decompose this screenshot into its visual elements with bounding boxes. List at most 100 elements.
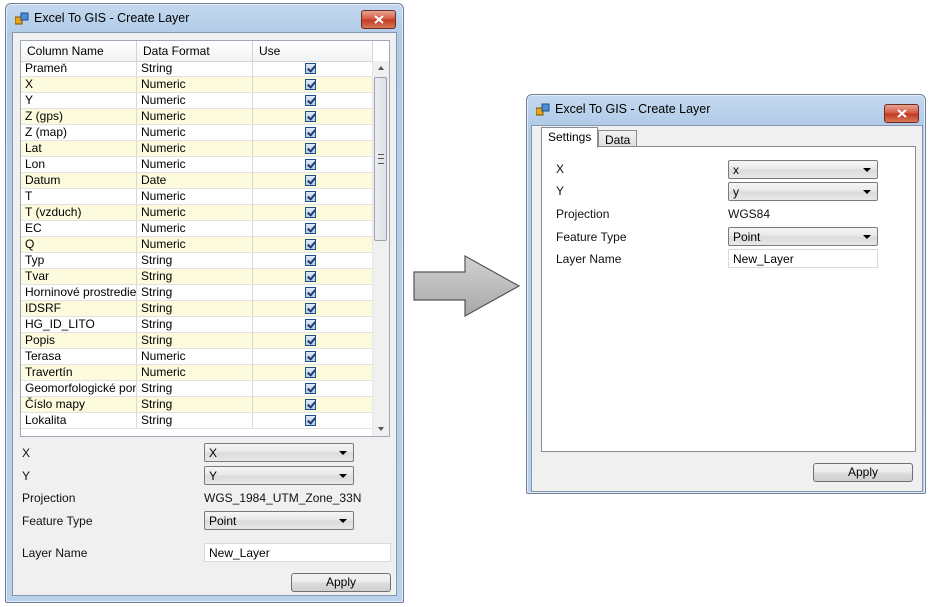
data-format-cell[interactable]: Numeric xyxy=(137,141,253,156)
use-checkbox[interactable] xyxy=(305,207,316,218)
table-row[interactable]: Datum Date xyxy=(21,173,373,189)
use-checkbox[interactable] xyxy=(305,79,316,90)
feature-type-dropdown[interactable]: Point xyxy=(204,511,354,530)
data-format-cell[interactable]: Numeric xyxy=(137,77,253,92)
use-checkbox[interactable] xyxy=(305,287,316,298)
data-format-cell[interactable]: Date xyxy=(137,173,253,188)
data-format-cell[interactable]: String xyxy=(137,381,253,396)
column-name-cell[interactable]: Q xyxy=(21,237,137,252)
column-name-cell[interactable]: Terasa xyxy=(21,349,137,364)
table-row[interactable]: Q Numeric xyxy=(21,237,373,253)
data-format-cell[interactable]: Numeric xyxy=(137,189,253,204)
close-button[interactable] xyxy=(361,10,396,29)
use-checkbox[interactable] xyxy=(305,335,316,346)
use-checkbox[interactable] xyxy=(305,143,316,154)
column-name-cell[interactable]: Z (map) xyxy=(21,125,137,140)
feature-type-dropdown[interactable]: Point xyxy=(728,227,878,246)
use-checkbox[interactable] xyxy=(305,95,316,106)
use-checkbox[interactable] xyxy=(305,319,316,330)
table-row[interactable]: Prameň String xyxy=(21,61,373,77)
use-checkbox[interactable] xyxy=(305,271,316,282)
apply-button[interactable]: Apply xyxy=(813,463,913,482)
table-row[interactable]: Horninové prostredie String xyxy=(21,285,373,301)
table-row[interactable]: T (vzduch) Numeric xyxy=(21,205,373,221)
scroll-down-icon[interactable] xyxy=(378,427,384,431)
table-row[interactable]: Z (map) Numeric xyxy=(21,125,373,141)
column-name-cell[interactable]: Y xyxy=(21,93,137,108)
data-format-cell[interactable]: Numeric xyxy=(137,93,253,108)
data-format-cell[interactable]: String xyxy=(137,301,253,316)
use-checkbox[interactable] xyxy=(305,111,316,122)
table-row[interactable]: IDSRF String xyxy=(21,301,373,317)
use-checkbox[interactable] xyxy=(305,367,316,378)
use-checkbox[interactable] xyxy=(305,303,316,314)
table-row[interactable]: Číslo mapy String xyxy=(21,397,373,413)
data-format-cell[interactable]: String xyxy=(137,253,253,268)
column-name-cell[interactable]: Lat xyxy=(21,141,137,156)
use-checkbox[interactable] xyxy=(305,351,316,362)
layer-name-input[interactable]: New_Layer xyxy=(728,249,878,268)
close-button[interactable] xyxy=(884,104,919,123)
column-name-cell[interactable]: Travertín xyxy=(21,365,137,380)
layer-name-input[interactable]: New_Layer xyxy=(204,543,391,562)
y-dropdown[interactable]: y xyxy=(728,182,878,201)
data-format-cell[interactable]: String xyxy=(137,61,253,76)
column-name-cell[interactable]: Prameň xyxy=(21,61,137,76)
use-checkbox[interactable] xyxy=(305,159,316,170)
data-format-cell[interactable]: Numeric xyxy=(137,109,253,124)
column-name-cell[interactable]: EC xyxy=(21,221,137,236)
grid-vertical-scrollbar[interactable] xyxy=(372,61,389,436)
x-dropdown[interactable]: X xyxy=(204,443,354,462)
table-row[interactable]: HG_ID_LITO String xyxy=(21,317,373,333)
data-format-cell[interactable]: String xyxy=(137,397,253,412)
data-format-cell[interactable]: Numeric xyxy=(137,125,253,140)
table-row[interactable]: Typ String xyxy=(21,253,373,269)
use-checkbox[interactable] xyxy=(305,127,316,138)
column-name-cell[interactable]: IDSRF xyxy=(21,301,137,316)
data-format-cell[interactable]: String xyxy=(137,285,253,300)
column-name-cell[interactable]: Popis xyxy=(21,333,137,348)
table-row[interactable]: X Numeric xyxy=(21,77,373,93)
use-checkbox[interactable] xyxy=(305,63,316,74)
data-format-cell[interactable]: Numeric xyxy=(137,221,253,236)
use-checkbox[interactable] xyxy=(305,223,316,234)
use-checkbox[interactable] xyxy=(305,191,316,202)
x-dropdown[interactable]: x xyxy=(728,160,878,179)
table-row[interactable]: Lat Numeric xyxy=(21,141,373,157)
table-row[interactable]: EC Numeric xyxy=(21,221,373,237)
table-row[interactable]: Travertín Numeric xyxy=(21,365,373,381)
use-checkbox[interactable] xyxy=(305,383,316,394)
column-name-cell[interactable]: Z (gps) xyxy=(21,109,137,124)
use-checkbox[interactable] xyxy=(305,255,316,266)
use-checkbox[interactable] xyxy=(305,399,316,410)
tab-settings[interactable]: Settings xyxy=(541,127,599,148)
table-row[interactable]: Lokalita String xyxy=(21,413,373,429)
column-name-cell[interactable]: HG_ID_LITO xyxy=(21,317,137,332)
column-name-cell[interactable]: Datum xyxy=(21,173,137,188)
column-name-cell[interactable]: Typ xyxy=(21,253,137,268)
columns-grid[interactable]: Column Name Data Format Use Prameň String… xyxy=(20,40,390,437)
data-format-cell[interactable]: Numeric xyxy=(137,157,253,172)
use-checkbox[interactable] xyxy=(305,415,316,426)
table-row[interactable]: Y Numeric xyxy=(21,93,373,109)
table-row[interactable]: Popis String xyxy=(21,333,373,349)
scroll-up-icon[interactable] xyxy=(378,66,384,70)
data-format-cell[interactable]: String xyxy=(137,333,253,348)
column-name-cell[interactable]: X xyxy=(21,77,137,92)
table-row[interactable]: Lon Numeric xyxy=(21,157,373,173)
column-name-cell[interactable]: Horninové prostredie xyxy=(21,285,137,300)
use-checkbox[interactable] xyxy=(305,239,316,250)
data-format-cell[interactable]: String xyxy=(137,413,253,428)
header-column-name[interactable]: Column Name xyxy=(21,41,137,61)
column-name-cell[interactable]: Tvar xyxy=(21,269,137,284)
data-format-cell[interactable]: Numeric xyxy=(137,237,253,252)
table-row[interactable]: Z (gps) Numeric xyxy=(21,109,373,125)
data-format-cell[interactable]: String xyxy=(137,317,253,332)
table-row[interactable]: Tvar String xyxy=(21,269,373,285)
data-format-cell[interactable]: Numeric xyxy=(137,365,253,380)
column-name-cell[interactable]: Lokalita xyxy=(21,413,137,428)
data-format-cell[interactable]: Numeric xyxy=(137,205,253,220)
data-format-cell[interactable]: Numeric xyxy=(137,349,253,364)
header-use[interactable]: Use xyxy=(253,41,373,61)
header-data-format[interactable]: Data Format xyxy=(137,41,253,61)
